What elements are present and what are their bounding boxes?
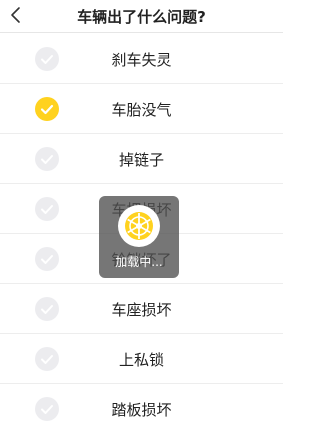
page-title: 车辆出了什么问题?	[77, 8, 206, 26]
issue-label: 车座损坏	[111, 301, 172, 319]
issue-option[interactable]: 刹车失灵	[0, 34, 283, 84]
issue-label: 踏板损坏	[111, 401, 172, 419]
issue-option[interactable]: 车胎没气	[0, 84, 283, 134]
issue-option[interactable]: 踏板损坏	[0, 384, 283, 430]
issue-label: 刹车失灵	[111, 51, 172, 69]
issue-label: 掉链子	[118, 151, 164, 169]
header-bar: 车辆出了什么问题?	[0, 0, 283, 33]
loading-text: 加载中...	[115, 255, 163, 269]
issue-label: 车胎没气	[111, 101, 172, 119]
issue-option[interactable]: 上私锁	[0, 334, 283, 384]
bike-wheel-icon	[118, 205, 160, 247]
issue-option[interactable]: 掉链子	[0, 134, 283, 184]
issue-option[interactable]: 车座损坏	[0, 284, 283, 334]
loading-toast: 加载中...	[99, 196, 179, 278]
issue-label: 上私锁	[118, 351, 164, 369]
